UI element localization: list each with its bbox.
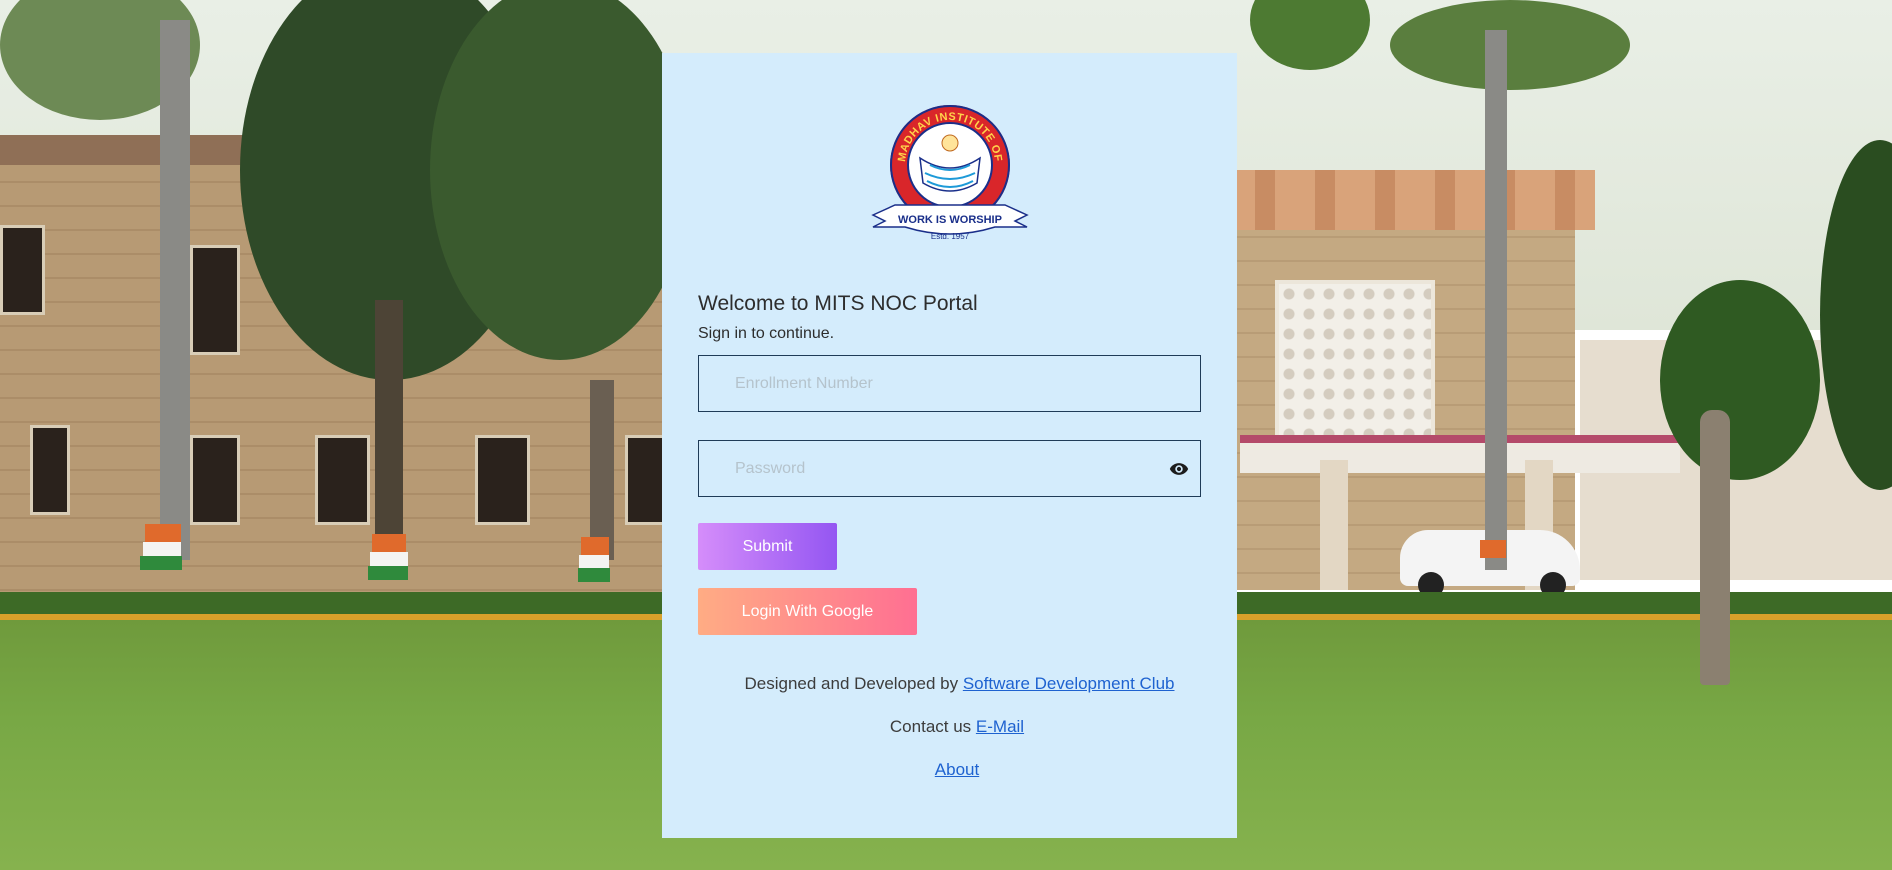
logo-established: Estd. 1957 — [931, 232, 970, 241]
enrollment-input[interactable] — [699, 356, 1200, 411]
submit-button[interactable]: Submit — [698, 523, 837, 570]
credit-text: Designed and Developed by — [744, 674, 959, 693]
enrollment-field — [698, 355, 1201, 412]
contact-text: Contact us — [889, 717, 972, 736]
page-title: Welcome to MITS NOC Portal — [698, 292, 978, 315]
sculpture — [1700, 410, 1730, 685]
eye-icon[interactable] — [1168, 459, 1190, 479]
credit-line: Designed and Developed by Software Devel… — [662, 674, 1237, 694]
institute-logo: MADHAV INSTITUTE OF TECH & SCIENCE WORK … — [865, 103, 1029, 241]
page-subtitle: Sign in to continue. — [698, 325, 835, 342]
google-login-button[interactable]: Login With Google — [698, 588, 917, 635]
login-card: MADHAV INSTITUTE OF TECH & SCIENCE WORK … — [662, 53, 1237, 838]
password-input[interactable] — [699, 441, 1200, 496]
software-club-link[interactable]: Software Development Club — [963, 674, 1175, 693]
about-link[interactable]: About — [935, 760, 979, 779]
about-line: About — [662, 760, 1237, 780]
password-field — [698, 440, 1201, 497]
contact-line: Contact us E-Mail — [662, 717, 1237, 737]
logo-motto: WORK IS WORSHIP — [898, 214, 1002, 226]
email-link[interactable]: E-Mail — [976, 717, 1024, 736]
